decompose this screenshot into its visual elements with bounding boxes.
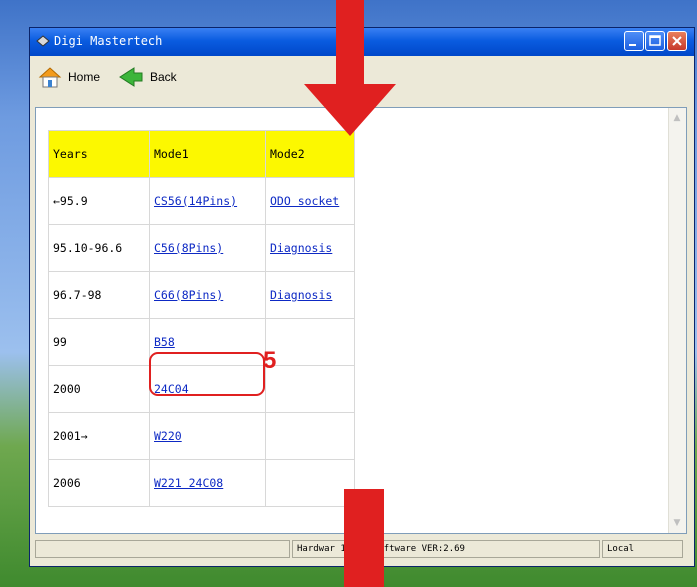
cell-years: 96.7-98 — [48, 271, 150, 319]
mode1-link[interactable]: B58 — [154, 335, 175, 349]
home-icon — [38, 67, 62, 88]
cell-years: 2000 — [48, 365, 150, 413]
cell-mode1: W220 — [149, 412, 266, 460]
cell-mode1: C56(8Pins) — [149, 224, 266, 272]
home-label: Home — [68, 70, 101, 84]
status-cell-left — [35, 540, 290, 558]
vertical-scrollbar[interactable]: ▲ ▼ — [668, 108, 686, 533]
cell-years: ←95.9 — [48, 177, 150, 225]
cell-years: 95.10-96.6 — [48, 224, 150, 272]
table-row: 96.7-98 C66(8Pins) Diagnosis — [48, 271, 355, 319]
minimize-icon — [629, 44, 636, 46]
cell-mode2 — [265, 318, 355, 366]
maximize-button[interactable] — [645, 31, 665, 51]
back-arrow-icon — [119, 67, 143, 87]
mode1-link[interactable]: W221 24C08 — [154, 476, 223, 490]
cell-mode2 — [265, 412, 355, 460]
step-highlight-box — [149, 352, 265, 396]
cell-mode2: Diagnosis — [265, 271, 355, 319]
home-button[interactable]: Home — [38, 64, 100, 90]
table-row: 2001→ W220 — [48, 412, 355, 460]
cell-mode2: ODO socket — [265, 177, 355, 225]
mode2-link[interactable]: Diagnosis — [270, 288, 332, 302]
header-mode1: Mode1 — [149, 130, 266, 178]
maximize-icon — [649, 35, 661, 46]
cell-mode1: W221 24C08 — [149, 459, 266, 507]
cell-years: 2006 — [48, 459, 150, 507]
minimize-button[interactable] — [624, 31, 644, 51]
close-icon — [672, 36, 682, 46]
arrow-bar-icon — [344, 489, 384, 587]
mode1-link[interactable]: C56(8Pins) — [154, 241, 223, 255]
cell-mode2 — [265, 459, 355, 507]
table-row: 2006 W221 24C08 — [48, 459, 355, 507]
close-button[interactable] — [667, 31, 687, 51]
back-button[interactable]: Back — [118, 64, 177, 90]
cell-mode1: CS56(14Pins) — [149, 177, 266, 225]
app-icon — [36, 35, 50, 47]
back-label: Back — [150, 70, 177, 84]
window-title: Digi Mastertech — [54, 34, 163, 48]
status-cell-version: Hardwar 1230- Software VER:2.69 — [292, 540, 600, 558]
mode1-link[interactable]: C66(8Pins) — [154, 288, 223, 302]
mode2-link[interactable]: Diagnosis — [270, 241, 332, 255]
status-cell-mode: Local — [602, 540, 683, 558]
cell-mode2: Diagnosis — [265, 224, 355, 272]
model-table: Years Mode1 Mode2 ←95.9 CS56(14Pins) ODO… — [48, 130, 355, 507]
table-row: ←95.9 CS56(14Pins) ODO socket — [48, 177, 355, 225]
cell-mode2 — [265, 365, 355, 413]
header-years: Years — [48, 130, 150, 178]
step-number-label: 5 — [263, 347, 277, 374]
cell-mode1: C66(8Pins) — [149, 271, 266, 319]
cell-years: 99 — [48, 318, 150, 366]
mode2-link[interactable]: ODO socket — [270, 194, 339, 208]
scroll-down-icon[interactable]: ▼ — [670, 516, 684, 530]
table-row: 95.10-96.6 C56(8Pins) Diagnosis — [48, 224, 355, 272]
cell-years: 2001→ — [48, 412, 150, 460]
scroll-up-icon[interactable]: ▲ — [670, 111, 684, 125]
arrow-down-icon — [304, 0, 396, 136]
mode1-link[interactable]: CS56(14Pins) — [154, 194, 237, 208]
mode1-link[interactable]: W220 — [154, 429, 182, 443]
content-panel: Years Mode1 Mode2 ←95.9 CS56(14Pins) ODO… — [35, 107, 687, 534]
